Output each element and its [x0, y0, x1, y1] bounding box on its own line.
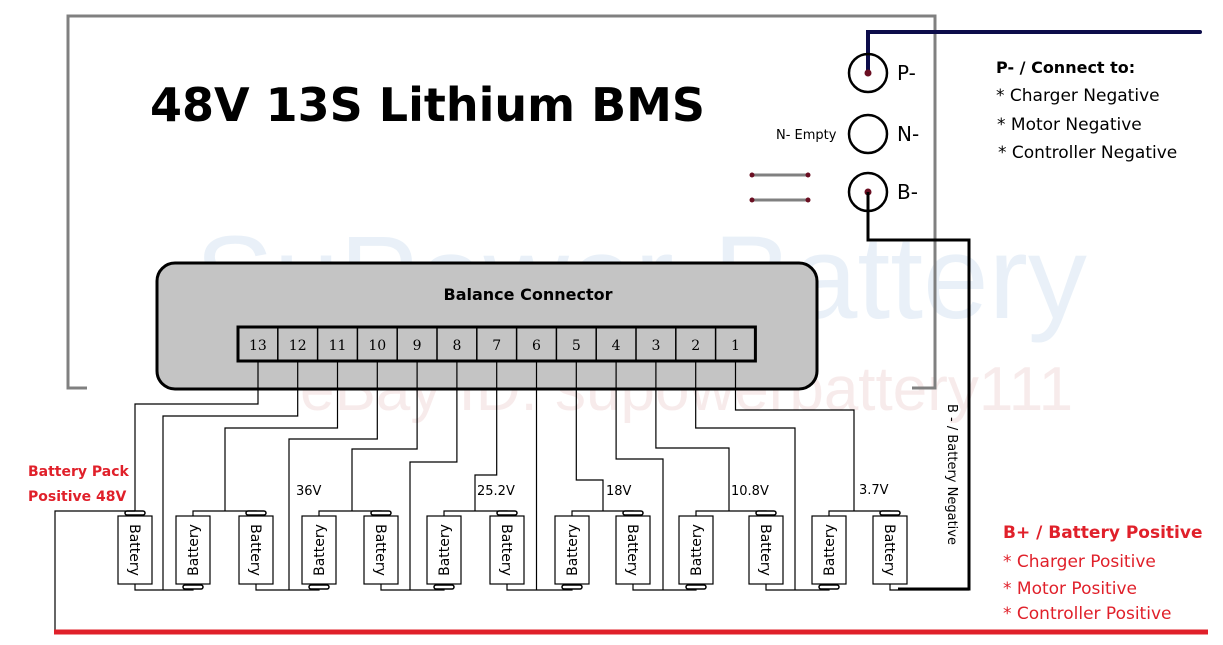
battery-cell: Battery	[117, 510, 153, 585]
battery-label: Battery	[757, 524, 773, 576]
voltage-tap-label: 10.8V	[731, 484, 769, 499]
battery-terminal-cap	[496, 510, 518, 516]
balance-pin-10: 10	[368, 338, 386, 354]
battery-terminal-cap	[879, 510, 901, 516]
pack-positive-label-line2: Positive 48V	[28, 489, 126, 505]
terminal-dot	[864, 69, 872, 77]
battery-cell: Battery	[615, 510, 651, 585]
battery-terminal-cap	[622, 510, 644, 516]
battery-terminal-cap	[685, 584, 707, 590]
b-plus-heading: B+ / Battery Positive	[1003, 523, 1203, 543]
battery-terminal-cap	[370, 510, 392, 516]
battery-label: Battery	[372, 524, 388, 576]
balance-pin-2: 2	[691, 338, 700, 354]
balance-pin-1: 1	[731, 338, 740, 354]
b-plus-item: * Controller Positive	[1003, 604, 1171, 624]
battery-label: Battery	[565, 524, 581, 576]
battery-terminal-cap	[245, 510, 267, 516]
battery-cell: Battery	[175, 515, 211, 590]
balance-pin-7: 7	[492, 338, 501, 354]
battery-label: Battery	[247, 524, 263, 576]
bms-title: 48V 13S Lithium BMS	[150, 78, 705, 132]
n-empty-note: N- Empty	[776, 128, 837, 143]
battery-cell: Battery	[301, 515, 337, 590]
balance-pin-9: 9	[413, 338, 422, 354]
terminal-n-minus[interactable]: N- N- Empty	[776, 113, 919, 155]
battery-cells: Battery Battery Battery Battery Battery Batte…	[117, 510, 908, 590]
battery-label: Battery	[624, 524, 640, 576]
balance-pin-11: 11	[329, 338, 347, 354]
battery-label: Battery	[881, 524, 897, 576]
terminal-label: B-	[897, 180, 918, 204]
battery-label: Battery	[498, 524, 514, 576]
p-minus-heading: P- / Connect to:	[996, 58, 1135, 77]
battery-label: Battery	[437, 524, 453, 576]
b-plus-item: * Motor Positive	[1003, 579, 1137, 599]
b-plus-item: * Charger Positive	[1003, 552, 1156, 572]
battery-label: Battery	[822, 524, 838, 576]
battery-terminal-cap	[433, 584, 455, 590]
battery-cell: Battery	[811, 515, 847, 590]
balance-connector: Balance Connector 13 12 11 10 9 8 7 6 5 4 3 2 1	[155, 261, 819, 391]
p-minus-info: P- / Connect to: * Charger Negative * Mo…	[996, 58, 1177, 163]
battery-label: Battery	[312, 524, 328, 576]
battery-terminal-cap	[818, 584, 840, 590]
b-plus-info: B+ / Battery Positive * Charger Positive…	[1003, 523, 1203, 624]
balance-pin-13: 13	[249, 338, 267, 354]
battery-cell: Battery	[678, 515, 714, 590]
balance-connector-pins: 13 12 11 10 9 8 7 6 5 4 3 2 1	[236, 325, 757, 363]
voltage-tap-label: 36V	[296, 484, 322, 499]
terminal-label: P-	[897, 61, 916, 85]
terminal-p-minus[interactable]: P-	[847, 52, 916, 94]
voltage-tap-label: 3.7V	[859, 483, 889, 498]
pack-positive-label-line1: Battery Pack	[28, 464, 130, 480]
p-minus-item: * Charger Negative	[996, 86, 1160, 106]
terminal-b-minus[interactable]: B-	[847, 171, 918, 213]
voltage-tap-label: 18V	[606, 484, 632, 499]
battery-cell: Battery	[748, 510, 784, 585]
balance-pin-6: 6	[532, 338, 541, 354]
jumper-links	[749, 172, 811, 203]
battery-terminal-cap	[561, 584, 583, 590]
terminal-ring	[847, 113, 889, 155]
battery-cell: Battery	[363, 510, 399, 585]
p-minus-item: * Motor Negative	[997, 115, 1142, 135]
battery-cell: Battery	[872, 510, 908, 585]
balance-connector-label: Balance Connector	[444, 285, 613, 304]
battery-cell: Battery	[489, 510, 525, 585]
balance-pin-5: 5	[572, 338, 581, 354]
battery-label: Battery	[186, 524, 202, 576]
terminal-label: N-	[897, 122, 919, 146]
p-minus-item: * Controller Negative	[998, 143, 1177, 163]
battery-label: Battery	[689, 524, 705, 576]
balance-pin-4: 4	[612, 338, 621, 354]
battery-cell: Battery	[426, 515, 462, 590]
battery-terminal-cap	[755, 510, 777, 516]
battery-cell: Battery	[554, 515, 590, 590]
battery-terminal-cap	[308, 584, 330, 590]
bms-wiring-diagram: SuPower-Battery eBay ID: supowerbattery1…	[28, 14, 1208, 635]
voltage-taps: 36V 25.2V 18V 10.8V 3.7V	[296, 483, 889, 499]
battery-cell: Battery	[238, 510, 274, 585]
balance-pin-8: 8	[452, 338, 461, 354]
balance-pin-12: 12	[289, 338, 307, 354]
balance-pin-3: 3	[651, 338, 660, 354]
battery-label: Battery	[126, 524, 142, 576]
battery-negative-label: B - / Battery Negative	[944, 404, 959, 545]
voltage-tap-label: 25.2V	[477, 484, 515, 499]
battery-terminal-cap	[182, 584, 204, 590]
